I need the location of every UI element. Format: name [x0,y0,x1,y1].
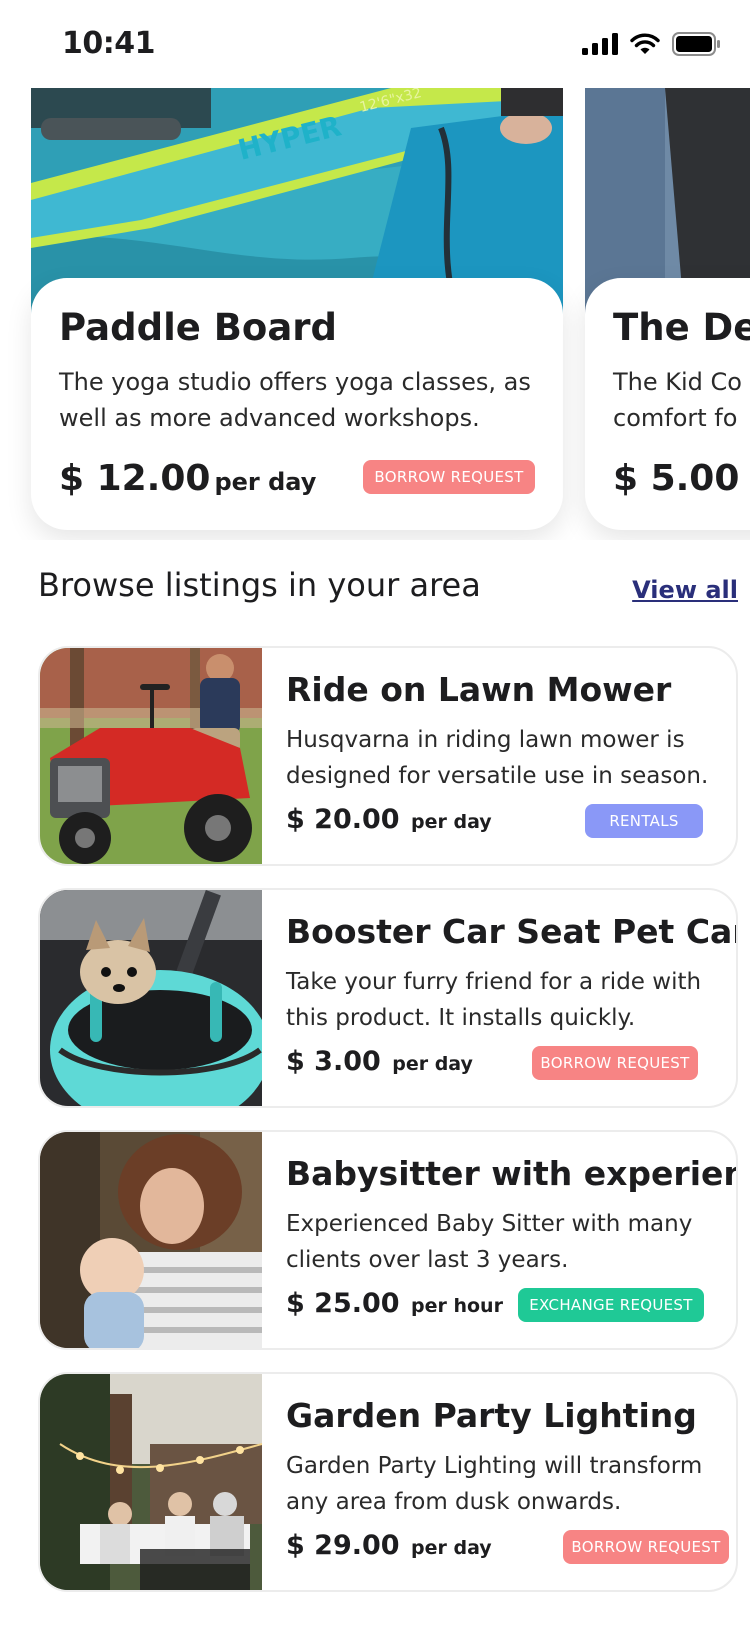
price-unit: per day [392,1053,473,1075]
listing-description: Experienced Baby Sitter with many client… [286,1211,693,1273]
listing-image [40,890,262,1106]
cellular-signal-icon [582,33,618,55]
section-title: Browse listings in your area [38,566,481,604]
featured-card-description: The Kid Co comfort fo [613,368,742,432]
rentals-badge[interactable]: RENTALS [585,804,703,838]
borrow-request-button[interactable]: BORROW REQUEST [532,1046,698,1080]
listing-price: $ 25.00 per hour [286,1288,503,1319]
price-amount: $ 29.00 [286,1530,400,1561]
price-unit: per day [411,811,492,833]
listing-title: Garden Party Lighting [286,1396,697,1435]
featured-carousel[interactable]: HYPER 12'6"x32 Paddle Board The yoga stu… [0,88,750,540]
featured-card[interactable]: The De The Kid Co comfort fo $ 5.00 [585,88,750,530]
listing-title: Ride on Lawn Mower [286,670,672,709]
listing-image [40,1132,262,1348]
featured-card-description: The yoga studio offers yoga classes, as … [59,368,531,432]
listing-price: $ 29.00 per day [286,1530,492,1561]
price-amount: $ 20.00 [286,804,400,835]
listing-title: Booster Car Seat Pet Carrier [286,912,736,951]
featured-card-body: Paddle Board The yoga studio offers yoga… [31,278,563,530]
featured-card-title: The De [613,306,750,349]
price-unit: per day [411,1537,492,1559]
listing-description: Take your furry friend for a ride with t… [286,969,702,1031]
featured-card-body: The De The Kid Co comfort fo $ 5.00 [585,278,750,530]
listing-description: Husqvarna in riding lawn mower is design… [286,727,709,789]
status-time: 10:41 [62,26,156,61]
list-item[interactable]: Booster Car Seat Pet Carrier Take your f… [38,888,738,1108]
exchange-request-button[interactable]: EXCHANGE REQUEST [518,1288,704,1322]
listing-title: Babysitter with experience [286,1154,736,1193]
borrow-request-button[interactable]: BORROW REQUEST [563,1530,729,1564]
wifi-icon [630,33,660,54]
listing-image [40,648,262,864]
price-amount: $ 25.00 [286,1288,400,1319]
status-bar: 10:41 [0,0,750,90]
listings-list: Ride on Lawn Mower Husqvarna in riding l… [38,646,738,1614]
listing-price: $ 3.00 per day [286,1046,473,1077]
price-amount: $ 12.00 [59,458,211,499]
featured-card-price: $ 5.00 [613,458,739,499]
status-icons [582,32,720,56]
list-item[interactable]: Ride on Lawn Mower Husqvarna in riding l… [38,646,738,866]
price-amount: $ 3.00 [286,1046,381,1077]
price-unit: per day [214,468,317,496]
listing-image [40,1374,262,1590]
featured-card-title: Paddle Board [59,306,338,349]
listing-description: Garden Party Lighting will transform any… [286,1453,703,1515]
borrow-request-button[interactable]: BORROW REQUEST [363,460,535,494]
featured-card-price: $ 12.00 per day [59,458,316,499]
view-all-link[interactable]: View all [632,576,738,604]
list-item[interactable]: Garden Party Lighting Garden Party Light… [38,1372,738,1592]
price-amount: $ 5.00 [613,458,740,499]
listing-price: $ 20.00 per day [286,804,492,835]
battery-icon [672,32,720,56]
list-item[interactable]: Babysitter with experience Experienced B… [38,1130,738,1350]
featured-card[interactable]: HYPER 12'6"x32 Paddle Board The yoga stu… [31,88,563,530]
price-unit: per hour [411,1295,503,1317]
